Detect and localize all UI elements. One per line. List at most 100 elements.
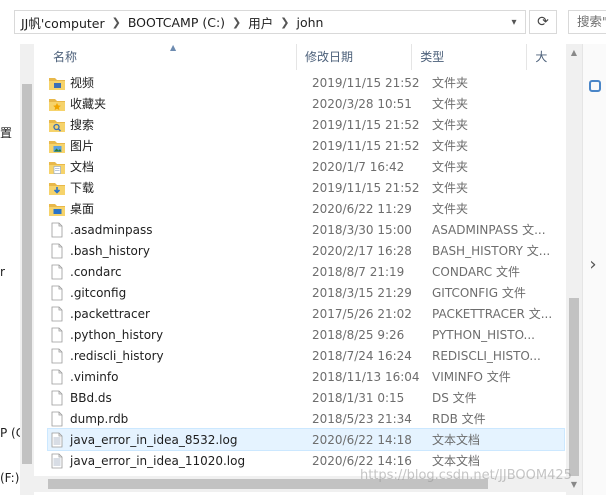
file-name-cell[interactable]: 收藏夹 (48, 95, 306, 112)
file-name-cell[interactable]: dump.rdb (48, 411, 306, 427)
refresh-button[interactable]: ⟳ (529, 10, 557, 34)
file-row[interactable]: .asadminpass 2018/3/30 15:00 ASADMINPASS 文… (48, 219, 564, 240)
file-row[interactable]: BBd.ds 2018/1/31 0:15 DS 文件 (48, 387, 564, 408)
file-date: 2018/5/23 21:34 (312, 411, 412, 426)
file-name-cell[interactable]: 下载 (48, 179, 306, 196)
file-name-cell[interactable]: 桌面 (48, 200, 306, 217)
file-name: 桌面 (70, 202, 95, 216)
breadcrumb-users[interactable]: 用户 (242, 13, 279, 32)
file-name-cell[interactable]: 搜索 (48, 116, 306, 133)
file-name-cell[interactable]: .gitconfig (48, 285, 306, 301)
file-icon (48, 285, 66, 301)
refresh-icon: ⟳ (537, 14, 549, 30)
documents-folder-icon (48, 159, 66, 175)
file-row[interactable]: java_error_in_idea_8532.log 2020/6/22 14:… (47, 428, 565, 451)
vertical-scrollbar-thumb[interactable] (569, 298, 579, 476)
video-folder-icon (48, 75, 66, 91)
nav-item-fragment[interactable]: (F:) (0, 471, 19, 485)
column-header-type[interactable]: 类型 (412, 44, 528, 70)
file-type: VIMINFO 文件 (432, 370, 511, 384)
file-name: .python_history (70, 327, 164, 342)
file-row[interactable]: .condarc 2018/8/7 21:19 CONDARC 文件 (48, 261, 564, 282)
file-row[interactable]: .python_history 2018/8/25 9:26 PYTHON_HIST… (48, 324, 564, 345)
file-name-cell[interactable]: .python_history (48, 327, 306, 343)
file-row[interactable]: .bash_history 2020/2/17 16:28 BASH_HISTORY… (48, 240, 564, 261)
file-name-cell[interactable]: 文档 (48, 158, 306, 175)
file-type: RDB 文件 (432, 412, 486, 426)
file-list-vertical-scrollbar[interactable]: ▲ ▼ (566, 44, 582, 495)
file-name-cell[interactable]: .bash_history (48, 243, 306, 259)
column-header-name[interactable]: ▲ 名称 (34, 44, 297, 70)
file-name-cell[interactable]: .packettracer (48, 306, 306, 322)
file-date: 2018/3/30 15:00 (312, 222, 412, 237)
file-date: 2018/11/13 16:04 (312, 369, 420, 384)
file-name-cell[interactable]: java_error_in_idea_11020.log (48, 453, 306, 469)
nav-scrollbar-thumb[interactable] (22, 84, 32, 464)
file-type: BASH_HISTORY 文... (432, 244, 551, 258)
file-row[interactable]: 桌面 2020/6/22 11:29 文件夹 (48, 198, 564, 219)
file-type: 文件夹 (432, 160, 469, 174)
nav-scrollbar[interactable] (20, 44, 34, 495)
address-bar: JJ帆'computer ❯ BOOTCAMP (C:) ❯ 用户 ❯ john… (0, 0, 606, 44)
nav-item-fragment[interactable]: r (0, 265, 5, 279)
file-date: 2019/11/15 21:52 (312, 117, 420, 132)
file-name-cell[interactable]: 图片 (48, 137, 306, 154)
file-icon (48, 306, 66, 322)
file-type: REDISCLI_HISTO... (432, 348, 541, 363)
shield-icon[interactable] (589, 80, 601, 92)
file-date: 2018/8/25 9:26 (312, 327, 405, 342)
file-date: 2019/11/15 21:52 (312, 75, 420, 90)
file-name-cell[interactable]: .condarc (48, 264, 306, 280)
file-icon (48, 327, 66, 343)
file-date: 2020/6/22 14:16 (312, 453, 412, 468)
chevron-right-icon[interactable]: › (583, 250, 603, 278)
breadcrumb-john[interactable]: john (291, 15, 330, 30)
nav-item-fragment[interactable]: 置 (0, 124, 12, 141)
text-file-icon (48, 453, 66, 469)
file-name-cell[interactable]: .asadminpass (48, 222, 306, 238)
breadcrumb-separator-icon[interactable]: ❯ (111, 16, 122, 29)
file-row[interactable]: 视频 2019/11/15 21:52 文件夹 (48, 72, 564, 93)
file-name: 视频 (70, 76, 95, 90)
breadcrumb-computer[interactable]: JJ帆'computer (15, 13, 111, 32)
file-row[interactable]: .gitconfig 2018/3/15 21:29 GITCONFIG 文件 (48, 282, 564, 303)
file-icon (48, 222, 66, 238)
file-date: 2019/11/15 21:52 (312, 180, 420, 195)
file-row[interactable]: .packettracer 2017/5/26 21:02 PACKETTRACER… (48, 303, 564, 324)
file-name-cell[interactable]: BBd.ds (48, 390, 306, 406)
column-header-date-label: 修改日期 (305, 50, 354, 64)
search-input[interactable]: 搜索"jo (568, 10, 606, 34)
file-name-cell[interactable]: 视频 (48, 74, 306, 91)
file-type: CONDARC 文件 (432, 265, 520, 279)
address-dropdown-icon[interactable]: ▾ (505, 11, 523, 33)
file-type: 文本文档 (432, 433, 481, 447)
file-icon (48, 243, 66, 259)
column-header-size[interactable]: 大 (527, 44, 566, 70)
file-name-cell[interactable]: java_error_in_idea_8532.log (48, 432, 306, 448)
file-row[interactable]: dump.rdb 2018/5/23 21:34 RDB 文件 (48, 408, 564, 429)
file-row[interactable]: .viminfo 2018/11/13 16:04 VIMINFO 文件 (48, 366, 564, 387)
file-date: 2020/6/22 11:29 (312, 201, 412, 216)
file-row[interactable]: 文档 2020/1/7 16:42 文件夹 (48, 156, 564, 177)
file-icon (48, 348, 66, 364)
file-type: ASADMINPASS 文... (432, 223, 546, 237)
file-row[interactable]: 搜索 2019/11/15 21:52 文件夹 (48, 114, 564, 135)
breadcrumb-separator-icon[interactable]: ❯ (279, 16, 290, 29)
file-row[interactable]: 收藏夹 2020/3/28 10:51 文件夹 (48, 93, 564, 114)
file-row[interactable]: .rediscli_history 2018/7/24 16:24 REDISCLI… (48, 345, 564, 366)
file-row[interactable]: 图片 2019/11/15 21:52 文件夹 (48, 135, 564, 156)
breadcrumb-drive[interactable]: BOOTCAMP (C:) (122, 15, 231, 30)
file-date: 2020/6/22 14:18 (312, 432, 412, 447)
address-box[interactable]: JJ帆'computer ❯ BOOTCAMP (C:) ❯ 用户 ❯ john… (14, 10, 526, 34)
file-name-cell[interactable]: .rediscli_history (48, 348, 306, 364)
file-row[interactable]: 下载 2019/11/15 21:52 文件夹 (48, 177, 564, 198)
scroll-up-icon[interactable]: ▲ (566, 44, 582, 60)
breadcrumb-separator-icon[interactable]: ❯ (231, 16, 242, 29)
column-header-type-label: 类型 (420, 50, 445, 64)
column-header-date[interactable]: 修改日期 (297, 44, 413, 70)
file-name: .rediscli_history (70, 348, 164, 363)
file-type: 文件夹 (432, 76, 469, 90)
file-type: 文本文档 (432, 454, 481, 468)
file-name: 图片 (70, 139, 95, 153)
file-name-cell[interactable]: .viminfo (48, 369, 306, 385)
